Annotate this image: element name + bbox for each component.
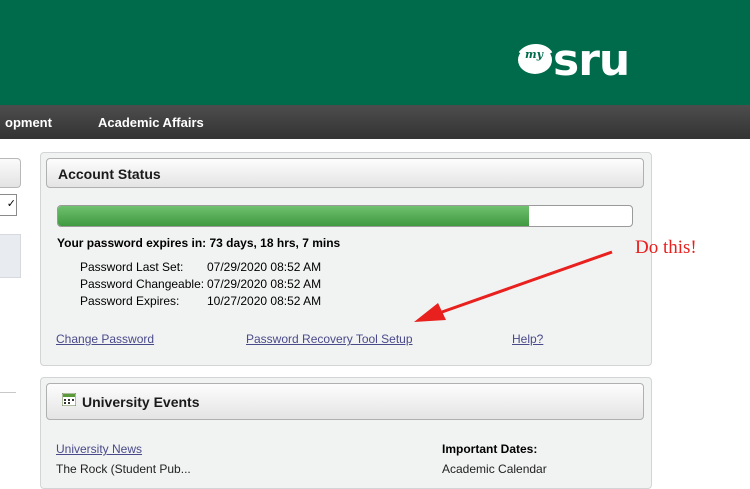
annotation-text: Do this! [635, 237, 697, 258]
nav-item-development[interactable]: opment [5, 115, 52, 130]
password-expires-text: Your password expires in: 73 days, 18 hr… [57, 236, 341, 250]
row-value: 07/29/2020 08:52 AM [207, 277, 322, 291]
left-select[interactable]: ✓ [0, 194, 17, 216]
row-value: 10/27/2020 08:52 AM [207, 294, 322, 308]
account-status-title: Account Status [58, 166, 161, 182]
logo-sru-text: sru [553, 35, 630, 86]
important-dates-label: Important Dates: [442, 442, 538, 456]
main-navbar: opment Academic Affairs [0, 105, 750, 139]
academic-calendar-link[interactable]: Academic Calendar [442, 462, 547, 476]
university-news-link[interactable]: University News [56, 442, 142, 456]
my-swirl-icon: my [515, 39, 555, 79]
left-panel-header[interactable] [0, 158, 21, 188]
account-status-header[interactable]: Account Status [46, 158, 644, 188]
mysru-logo[interactable]: my sru [515, 35, 630, 86]
calendar-icon [62, 393, 76, 406]
nav-item-academic-affairs[interactable]: Academic Affairs [98, 115, 204, 130]
password-recovery-tool-link[interactable]: Password Recovery Tool Setup [246, 332, 413, 346]
logo-my-text: my [524, 48, 544, 61]
row-label: Password Changeable: [80, 277, 205, 291]
change-password-link[interactable]: Change Password [56, 332, 154, 346]
row-label: Password Last Set: [80, 260, 184, 274]
password-last-set-row: Password Last Set: 07/29/2020 08:52 AM [80, 259, 321, 276]
event-item-text: The Rock (Student Pub... [56, 462, 191, 476]
left-column: ✓ [0, 150, 22, 468]
annotation-arrow-icon [414, 250, 613, 322]
row-value: 07/29/2020 08:52 AM [207, 260, 322, 274]
progress-fill [58, 206, 529, 226]
password-changeable-row: Password Changeable: 07/29/2020 08:52 AM [80, 276, 321, 293]
header-banner: my sru [0, 0, 750, 105]
password-expires-row: Password Expires: 10/27/2020 08:52 AM [80, 293, 321, 310]
password-expiry-progress [57, 205, 633, 227]
password-info-table: Password Last Set: 07/29/2020 08:52 AM Pa… [80, 259, 321, 310]
left-pane [0, 234, 21, 278]
university-events-title: University Events [82, 394, 200, 410]
university-events-header[interactable]: University Events [46, 383, 644, 420]
row-label: Password Expires: [80, 294, 180, 308]
left-divider [0, 392, 16, 393]
